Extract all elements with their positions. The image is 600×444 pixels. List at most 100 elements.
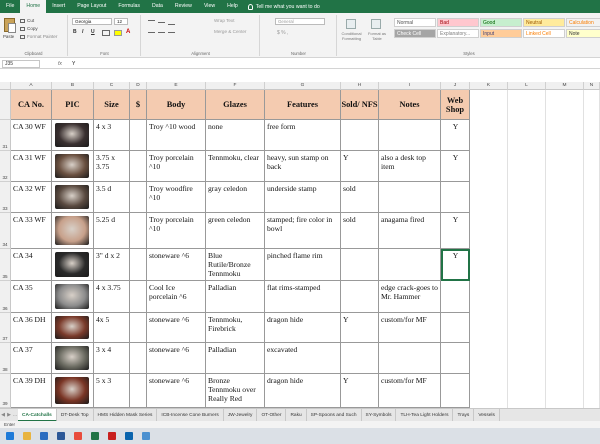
empty-column[interactable] — [546, 90, 584, 408]
pottery-photo[interactable] — [55, 284, 89, 309]
cell-features[interactable]: stamped; fire color in bowl — [265, 213, 341, 249]
cell-web[interactable] — [441, 343, 470, 374]
table-header-8[interactable]: Notes — [379, 90, 441, 120]
cell-notes[interactable]: custom/for MF — [379, 374, 441, 408]
cell-features[interactable]: underside stamp — [265, 182, 341, 213]
tab-home[interactable]: Home — [20, 0, 47, 13]
cell-web[interactable] — [441, 281, 470, 313]
tab-help[interactable]: Help — [221, 0, 244, 13]
cell-style-3[interactable]: Neutral — [523, 18, 565, 27]
align-center-icon[interactable] — [158, 32, 165, 33]
cell-web[interactable]: Y — [441, 120, 470, 151]
cell-glazes[interactable]: Blue Rutile/Bronze Tennmoku — [206, 249, 265, 281]
empty-column[interactable] — [584, 90, 600, 408]
cell-glazes[interactable]: Tennmoku, clear — [206, 151, 265, 182]
cell-sold[interactable] — [341, 249, 379, 281]
cell-style-4[interactable]: Calculation — [566, 18, 600, 27]
cell-pic[interactable] — [52, 374, 94, 408]
column-header-d[interactable]: D — [130, 82, 147, 90]
cell-price[interactable] — [130, 313, 147, 343]
cell-features[interactable]: excavated — [265, 343, 341, 374]
cell-sold[interactable]: Y — [341, 313, 379, 343]
cell-body[interactable]: Cool Ice porcelain ^6 — [147, 281, 206, 313]
tab-review[interactable]: Review — [169, 0, 198, 13]
format-as-table-icon[interactable] — [371, 19, 381, 29]
merge-center-button[interactable]: Merge & Center — [214, 29, 246, 34]
mail-icon[interactable] — [40, 432, 48, 440]
cell-features[interactable]: flat rims-stamped — [265, 281, 341, 313]
table-header-4[interactable]: Body — [147, 90, 206, 120]
align-left-icon[interactable] — [148, 32, 155, 33]
cell-body[interactable]: Troy porcelain ^10 — [147, 151, 206, 182]
column-header-f[interactable]: F — [206, 82, 265, 90]
cell-pic[interactable] — [52, 213, 94, 249]
cell-style-8[interactable]: Linked Cell — [523, 29, 565, 38]
cell-glazes[interactable]: Palladian — [206, 281, 265, 313]
cell-notes[interactable]: also a desk top item — [379, 151, 441, 182]
conditional-formatting-icon[interactable] — [346, 19, 356, 29]
cell-glazes[interactable]: green celedon — [206, 213, 265, 249]
row-header[interactable]: 33 — [0, 182, 11, 213]
pottery-photo[interactable] — [55, 154, 89, 178]
row-header[interactable]: 32 — [0, 151, 11, 182]
cell-sold[interactable]: sold — [341, 213, 379, 249]
row-header[interactable]: 38 — [0, 343, 11, 374]
row-header[interactable]: 35 — [0, 249, 11, 281]
column-header-c[interactable]: C — [94, 82, 130, 90]
tab-page-layout[interactable]: Page Layout — [71, 0, 112, 13]
table-header-6[interactable]: Features — [265, 90, 341, 120]
cell-size[interactable]: 4 x 3 — [94, 120, 130, 151]
cell-size[interactable]: 3 x 4 — [94, 343, 130, 374]
cell-notes[interactable]: edge crack-goes to Mr. Hammer — [379, 281, 441, 313]
cell-glazes[interactable]: Tennmoku, Firebrick — [206, 313, 265, 343]
cell-sold[interactable] — [341, 281, 379, 313]
cell-features[interactable]: dragon hide — [265, 313, 341, 343]
cell-price[interactable] — [130, 182, 147, 213]
table-header-0[interactable]: CA No. — [11, 90, 52, 120]
cell-ca[interactable]: CA 35 — [11, 281, 52, 313]
cell-features[interactable]: free form — [265, 120, 341, 151]
cell-size[interactable]: 3" d x 2 — [94, 249, 130, 281]
underline-button[interactable]: U — [91, 29, 95, 35]
acrobat-icon[interactable] — [108, 432, 116, 440]
cell-pic[interactable] — [52, 281, 94, 313]
column-header-h[interactable]: H — [341, 82, 379, 90]
cell-body[interactable]: Troy porcelain ^10 — [147, 213, 206, 249]
row-header[interactable]: 36 — [0, 281, 11, 313]
cell-size[interactable]: 3.75 x 3.75 — [94, 151, 130, 182]
cell-sold[interactable]: Y — [341, 374, 379, 408]
cell-sold[interactable]: sold — [341, 182, 379, 213]
pottery-photo[interactable] — [55, 377, 89, 404]
cell-price[interactable] — [130, 151, 147, 182]
cell-ca[interactable]: CA 36 DH — [11, 313, 52, 343]
column-header-b[interactable]: B — [52, 82, 94, 90]
cell-ca[interactable]: CA 32 WF — [11, 182, 52, 213]
sheet-tab[interactable]: Vessels — [474, 409, 500, 421]
cell-body[interactable]: Troy woodfire ^10 — [147, 182, 206, 213]
fill-color-icon[interactable] — [114, 30, 122, 36]
sheet-tab[interactable]: SY-Symbols — [362, 409, 397, 421]
cell-sold[interactable]: Y — [341, 151, 379, 182]
cell-body[interactable]: stoneware ^6 — [147, 343, 206, 374]
cell-notes[interactable] — [379, 343, 441, 374]
row-header[interactable]: 34 — [0, 213, 11, 249]
cell-price[interactable] — [130, 213, 147, 249]
cell-pic[interactable] — [52, 249, 94, 281]
edge-icon[interactable] — [6, 432, 14, 440]
cell-pic[interactable] — [52, 343, 94, 374]
table-header-5[interactable]: Glazes — [206, 90, 265, 120]
cell-size[interactable]: 3.5 d — [94, 182, 130, 213]
sheet-tab[interactable]: Raku — [286, 409, 307, 421]
align-middle-icon[interactable] — [158, 22, 165, 23]
font-name-dropdown[interactable]: Georgia — [72, 18, 112, 25]
cell-style-9[interactable]: Note — [566, 29, 600, 38]
cell-size[interactable]: 4x 5 — [94, 313, 130, 343]
cell-ca[interactable]: CA 37 — [11, 343, 52, 374]
sheet-tab[interactable]: SP-Spoons and Such — [307, 409, 362, 421]
cell-web[interactable] — [441, 374, 470, 408]
pottery-photo[interactable] — [55, 316, 89, 339]
sheet-tab[interactable]: DT-Desk Top — [57, 409, 94, 421]
cell-price[interactable] — [130, 249, 147, 281]
cell-sold[interactable] — [341, 120, 379, 151]
sheet-tab[interactable]: OT-Other — [257, 409, 287, 421]
